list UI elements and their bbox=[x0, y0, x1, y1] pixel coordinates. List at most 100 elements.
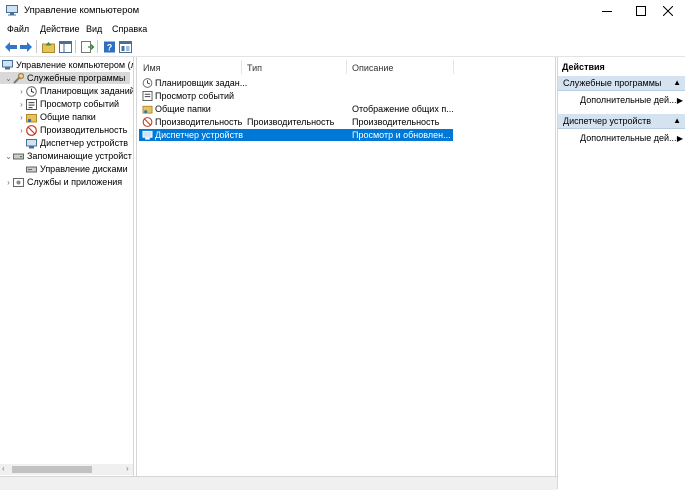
performance-icon bbox=[142, 117, 153, 127]
tree-item-label: Производительность bbox=[40, 125, 128, 135]
device-manager-icon bbox=[142, 130, 153, 140]
tree-item-system-tools[interactable]: ⌄ Служебные программы bbox=[0, 72, 130, 84]
menu-view[interactable]: Вид bbox=[86, 24, 102, 34]
tree-horizontal-scrollbar[interactable]: ‹ › bbox=[0, 464, 133, 475]
list-item-selected[interactable]: Диспетчер устройств Просмотр и обновлен.… bbox=[139, 129, 453, 141]
chevron-right-icon[interactable]: › bbox=[17, 87, 26, 96]
disk-icon bbox=[26, 164, 37, 175]
list-item-name: Просмотр событий bbox=[155, 91, 235, 101]
list-item[interactable]: Производительность Производительность Пр… bbox=[139, 116, 453, 128]
status-bar bbox=[0, 476, 557, 490]
toolbar-separator bbox=[75, 40, 76, 53]
performance-icon bbox=[26, 124, 37, 136]
list-item-type: Производительность bbox=[247, 117, 335, 127]
back-arrow-icon[interactable] bbox=[3, 39, 19, 54]
tree-item-device-manager[interactable]: Диспетчер устройств bbox=[26, 137, 128, 149]
menu-action[interactable]: Действие bbox=[40, 24, 80, 34]
services-icon bbox=[13, 177, 24, 188]
up-folder-icon[interactable] bbox=[40, 39, 56, 54]
toolbar: ? bbox=[0, 37, 685, 57]
actions-section-device-manager[interactable]: Диспетчер устройств ▲ bbox=[558, 114, 685, 129]
tree-item-disk-management[interactable]: Управление дисками bbox=[26, 163, 128, 175]
submenu-arrow-icon[interactable]: ▶ bbox=[677, 96, 683, 105]
scrollbar-thumb[interactable] bbox=[12, 466, 92, 473]
tree-item-event-viewer[interactable]: › Просмотр событий bbox=[17, 98, 119, 110]
actions-title: Действия bbox=[562, 61, 605, 72]
console-tree-pane: Управление компьютером (л ⌄ Служебные пр… bbox=[0, 57, 134, 476]
show-hide-tree-icon[interactable] bbox=[57, 39, 73, 54]
list-item-description: Отображение общих п... bbox=[352, 104, 454, 114]
chevron-right-icon[interactable]: › bbox=[17, 126, 26, 135]
results-list-pane: Имя Тип Описание Планировщик задан... Пр… bbox=[136, 57, 556, 476]
tree-item-label: Планировщик заданий bbox=[40, 86, 134, 96]
list-item-name: Планировщик задан... bbox=[155, 78, 248, 88]
tree-item-storage[interactable]: ⌄ Запоминающие устройст bbox=[4, 150, 132, 162]
tree-item-shared-folders[interactable]: › Общие папки bbox=[17, 111, 96, 123]
tree-item-label: Общие папки bbox=[40, 112, 96, 122]
window-title: Управление компьютером bbox=[24, 5, 140, 16]
tree-item-label: Диспетчер устройств bbox=[40, 138, 128, 148]
list-item[interactable]: Планировщик задан... bbox=[139, 77, 453, 89]
tree-item-label: Службы и приложения bbox=[27, 177, 123, 187]
more-actions-item[interactable]: Дополнительные дей... bbox=[580, 133, 677, 143]
list-item[interactable]: Просмотр событий bbox=[139, 90, 453, 102]
clock-icon bbox=[26, 85, 37, 97]
tree-item-label: Управление дисками bbox=[40, 164, 128, 174]
list-item-description: Просмотр и обновлен... bbox=[352, 130, 451, 140]
toolbar-separator bbox=[97, 40, 98, 53]
help-icon[interactable]: ? bbox=[101, 39, 117, 54]
minimize-icon[interactable] bbox=[590, 0, 624, 22]
toolbar-separator bbox=[36, 40, 37, 53]
chevron-right-icon[interactable]: › bbox=[17, 113, 26, 122]
chevron-right-icon[interactable]: › bbox=[4, 178, 13, 187]
menu-help[interactable]: Справка bbox=[112, 24, 147, 34]
tree-item-label: Служебные программы bbox=[27, 73, 126, 83]
shared-folder-icon bbox=[142, 105, 153, 114]
scroll-left-icon[interactable]: ‹ bbox=[2, 464, 5, 473]
actions-section-system-tools[interactable]: Служебные программы ▲ bbox=[558, 76, 685, 91]
collapse-up-icon[interactable]: ▲ bbox=[673, 78, 681, 87]
svg-text:?: ? bbox=[106, 42, 112, 52]
list-item-description: Производительность bbox=[352, 117, 440, 127]
column-header-type[interactable]: Тип bbox=[247, 63, 262, 73]
forward-arrow-icon[interactable] bbox=[18, 39, 34, 54]
computer-management-icon bbox=[6, 5, 18, 16]
tree-root-label: Управление компьютером (л bbox=[16, 60, 134, 70]
scroll-right-icon[interactable]: › bbox=[126, 464, 129, 473]
submenu-arrow-icon[interactable]: ▶ bbox=[677, 134, 683, 143]
event-viewer-icon bbox=[26, 98, 37, 110]
chevron-down-icon[interactable]: ⌄ bbox=[4, 74, 13, 83]
column-header-description[interactable]: Описание bbox=[352, 63, 393, 73]
shared-folder-icon bbox=[26, 112, 37, 123]
tree-item-services-apps[interactable]: › Службы и приложения bbox=[4, 176, 122, 188]
list-item[interactable]: Общие папки Отображение общих п... bbox=[139, 103, 454, 115]
menu-file[interactable]: Файл bbox=[7, 24, 29, 34]
tree-item-task-scheduler[interactable]: › Планировщик заданий bbox=[17, 85, 134, 97]
tools-icon bbox=[13, 72, 24, 84]
tree-item-label: Просмотр событий bbox=[40, 99, 120, 109]
actions-pane: Действия Служебные программы ▲ Дополните… bbox=[557, 57, 685, 489]
tree-root[interactable]: Управление компьютером (л bbox=[2, 59, 134, 71]
menu-bar: Файл Действие Вид Справка bbox=[0, 22, 685, 37]
list-item-name: Диспетчер устройств bbox=[155, 130, 243, 140]
chevron-right-icon[interactable]: › bbox=[17, 100, 26, 109]
tree-item-performance[interactable]: › Производительность bbox=[17, 124, 127, 136]
export-list-icon[interactable] bbox=[79, 39, 95, 54]
properties-icon[interactable] bbox=[117, 39, 133, 54]
clock-icon bbox=[142, 78, 153, 88]
column-header-name[interactable]: Имя bbox=[143, 63, 161, 73]
more-actions-item[interactable]: Дополнительные дей... bbox=[580, 95, 677, 105]
collapse-up-icon[interactable]: ▲ bbox=[673, 116, 681, 125]
close-icon[interactable] bbox=[651, 0, 685, 22]
actions-section-header: Служебные программы bbox=[563, 78, 662, 88]
actions-section-header: Диспетчер устройств bbox=[563, 116, 651, 126]
column-separator[interactable] bbox=[346, 60, 347, 74]
computer-management-icon bbox=[2, 60, 13, 71]
device-manager-icon bbox=[26, 138, 37, 149]
title-bar: Управление компьютером bbox=[0, 0, 685, 22]
column-separator[interactable] bbox=[453, 60, 454, 74]
storage-icon bbox=[13, 151, 24, 162]
chevron-down-icon[interactable]: ⌄ bbox=[4, 152, 13, 161]
column-separator[interactable] bbox=[241, 60, 242, 74]
list-item-name: Производительность bbox=[155, 117, 243, 127]
